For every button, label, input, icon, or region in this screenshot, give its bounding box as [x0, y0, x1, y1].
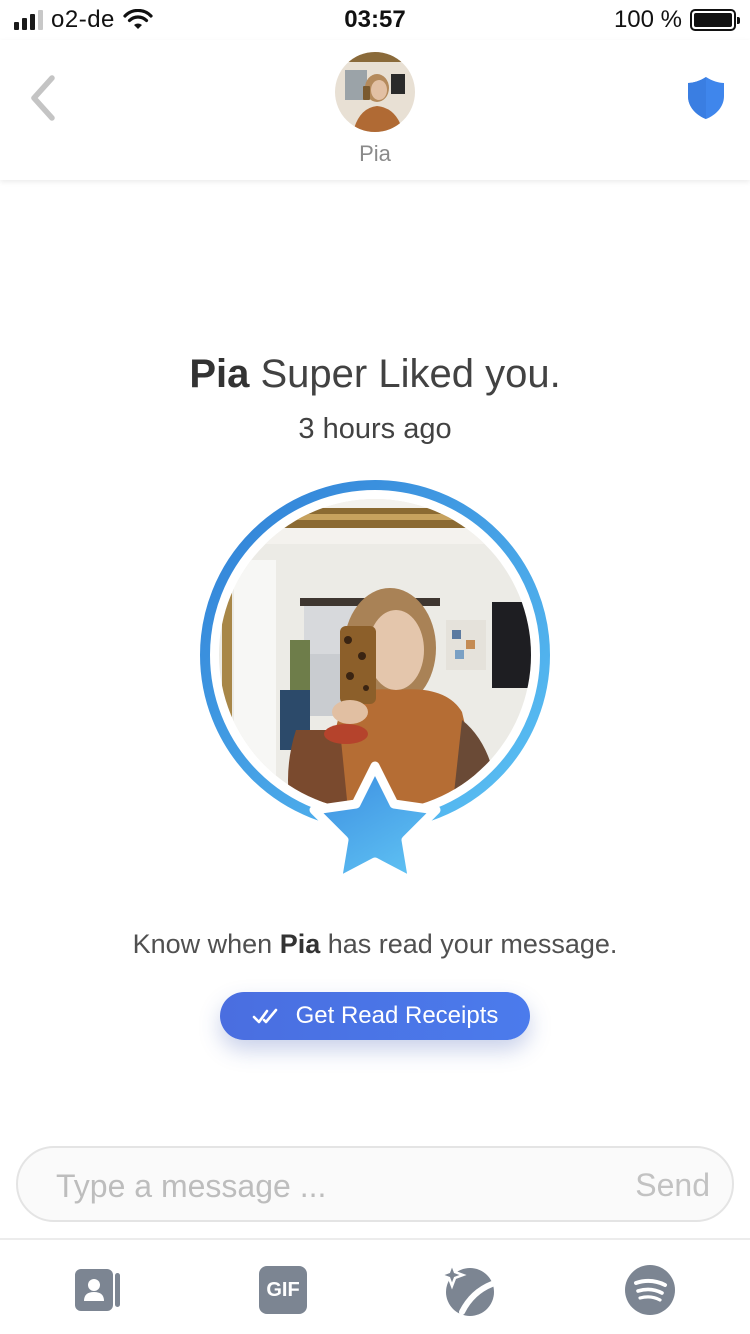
get-read-receipts-label: Get Read Receipts	[295, 1002, 499, 1029]
battery-icon	[690, 9, 740, 31]
superlike-timestamp: 3 hours ago	[298, 413, 452, 445]
match-avatar[interactable]	[335, 52, 415, 132]
superlike-profile-photo[interactable]	[200, 480, 550, 892]
superlike-text: Super Liked you.	[260, 352, 561, 396]
back-button[interactable]	[24, 72, 64, 124]
spotify-button[interactable]	[620, 1260, 680, 1320]
sparkle-button[interactable]	[438, 1260, 498, 1320]
send-button[interactable]: Send	[635, 1167, 710, 1204]
chat-header: Pia	[0, 40, 750, 180]
chevron-left-icon	[31, 75, 55, 121]
spotify-icon	[625, 1265, 675, 1315]
status-bar: o2-de 03:57 100 %	[0, 0, 750, 40]
contact-card-icon	[75, 1269, 120, 1311]
status-right: 100 %	[613, 6, 740, 34]
double-check-icon	[252, 1008, 277, 1024]
avatar-photo	[335, 52, 415, 132]
sparkle-icon	[440, 1262, 495, 1316]
shield-icon	[688, 77, 724, 119]
gif-button[interactable]: GIF	[253, 1260, 313, 1320]
match-name: Pia	[359, 141, 391, 166]
message-composer: Send	[16, 1146, 734, 1222]
chat-screen: o2-de 03:57 100 % Pia Pia Super Liked yo…	[0, 0, 750, 1334]
superlike-name: Pia	[189, 352, 250, 396]
gif-icon: GIF	[259, 1266, 307, 1314]
contact-card-button[interactable]	[68, 1260, 128, 1320]
composer-toolbar: GIF	[0, 1238, 750, 1334]
message-input[interactable]	[56, 1166, 576, 1206]
read-receipts-name: Pia	[279, 929, 321, 959]
battery-percentage: 100 %	[613, 6, 682, 33]
superlike-headline: Pia Super Liked you.	[0, 352, 750, 397]
get-read-receipts-button[interactable]: Get Read Receipts	[220, 992, 530, 1040]
safety-button[interactable]	[684, 74, 728, 122]
read-receipts-text: Know when Pia has read your message.	[132, 929, 618, 959]
